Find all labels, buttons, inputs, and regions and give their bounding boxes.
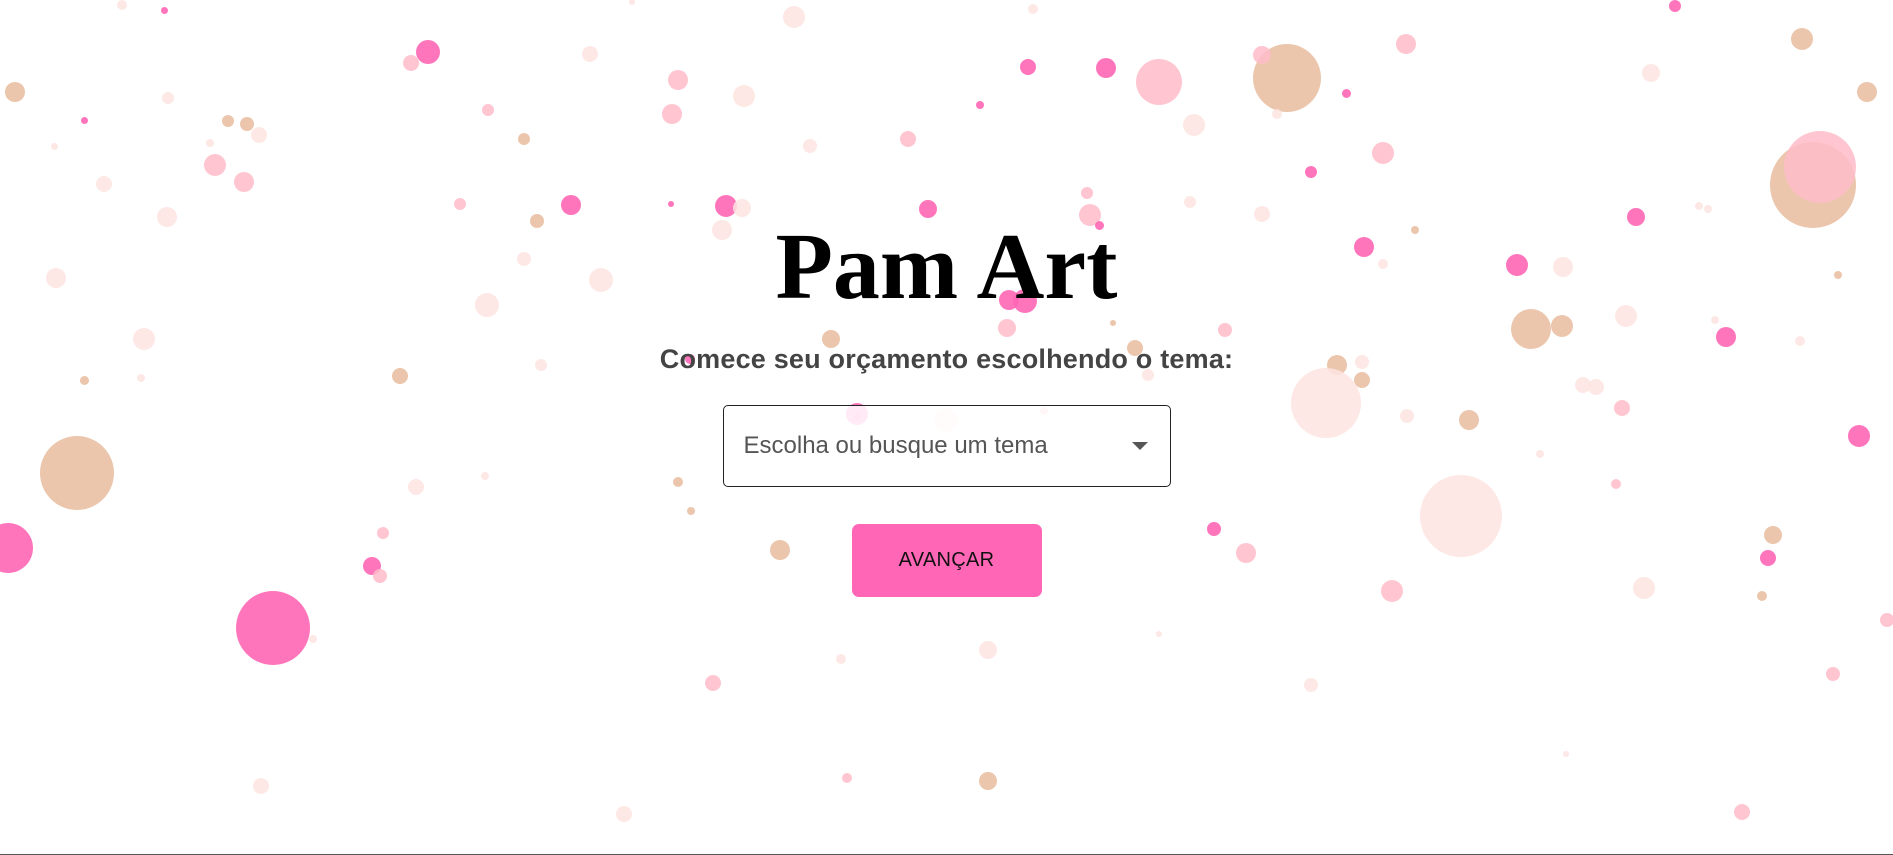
confetti-dot	[236, 591, 310, 665]
confetti-dot	[842, 773, 852, 783]
confetti-dot	[309, 635, 317, 643]
confetti-dot	[979, 772, 997, 790]
confetti-dot	[1826, 667, 1840, 681]
confetti-dot	[253, 778, 269, 794]
theme-select-placeholder: Escolha ou busque um tema	[743, 432, 1048, 459]
instruction-text: Comece seu orçamento escolhendo o tema:	[659, 344, 1234, 374]
confetti-dot	[979, 641, 997, 659]
confetti-dot	[705, 675, 721, 691]
confetti-dot	[836, 654, 846, 664]
theme-select[interactable]: Escolha ou busque um tema	[722, 405, 1171, 487]
confetti-dot	[616, 806, 632, 822]
confetti-dot	[1304, 678, 1318, 692]
page-title: Pam Art	[775, 215, 1118, 319]
confetti-dot	[1734, 804, 1750, 820]
chevron-down-icon[interactable]	[1131, 442, 1148, 450]
next-button[interactable]: AVANÇAR	[851, 524, 1042, 597]
confetti-dot	[1563, 751, 1569, 757]
confetti-dot	[1156, 631, 1162, 637]
confetti-dot	[1880, 613, 1893, 627]
main-content: Pam Art Comece seu orçamento escolhendo …	[0, 0, 1893, 597]
